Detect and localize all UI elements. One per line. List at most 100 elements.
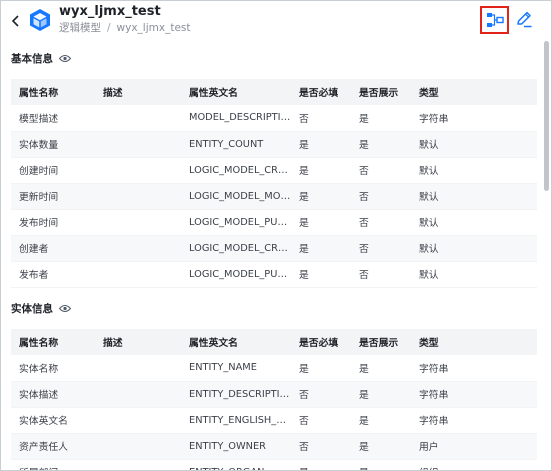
visible-cell: 是 xyxy=(351,381,411,408)
column-header: 属性名称 xyxy=(11,329,95,355)
description-cell xyxy=(95,381,181,408)
required-cell: 否 xyxy=(291,407,351,434)
description-cell xyxy=(95,355,181,382)
breadcrumb-parent[interactable]: 逻辑模型 xyxy=(59,22,101,34)
basic-info-table: 属性名称 描述 属性英文名 是否必填 是否展示 类型 模型描述 MODEL_DES… xyxy=(11,79,537,288)
attr-name-cell: 发布时间 xyxy=(11,209,95,236)
table-header-row: 属性名称 描述 属性英文名 是否必填 是否展示 类型 xyxy=(11,79,537,105)
table-row: 实体名称 ENTITY_NAME 是是字符串 xyxy=(11,355,537,382)
column-header: 属性英文名 xyxy=(181,329,291,355)
back-chevron-icon[interactable] xyxy=(9,13,23,27)
description-cell xyxy=(95,131,181,158)
visible-cell: 是 xyxy=(351,459,411,470)
table-row: 所属部门ENTITY_ORGAN...是是组织 xyxy=(11,459,537,470)
table-row: 资产责任人 ENTITY_OWNER 否是用户 xyxy=(11,433,537,460)
type-cell: 字符串 xyxy=(411,381,537,408)
english-name-cell: ENTITY_DESCRIPTION xyxy=(181,381,291,408)
english-name-cell: LOGIC_MODEL_MOD... xyxy=(181,183,291,210)
attr-name-cell: 实体描述 xyxy=(11,381,95,408)
type-cell: 默认 xyxy=(411,209,537,236)
section-title-entity: 实体信息 xyxy=(11,301,71,316)
entity-info-table: 属性名称 描述 属性英文名 是否必填 是否展示 类型 实体名称 ENTITY_NA… xyxy=(11,329,537,470)
table-row: 发布时间 LOGIC_MODEL_PUBL... 是否默认 xyxy=(11,209,537,236)
breadcrumb: 逻辑模型 / wyx_ljmx_test xyxy=(59,20,191,35)
attr-name-cell: 发布者 xyxy=(11,261,95,288)
description-cell xyxy=(95,209,181,236)
attr-name-cell: 创建者 xyxy=(11,235,95,262)
table-row: 发布者 LOGIC_MODEL_PUBL... 是否默认 xyxy=(11,261,537,288)
visible-cell: 否 xyxy=(351,209,411,236)
table-row: 实体描述 ENTITY_DESCRIPTION 否是字符串 xyxy=(11,381,537,408)
detail-panel: wyx_ljmx_test 逻辑模型 / wyx_ljmx_test 基本信息 xyxy=(0,0,552,471)
english-name-cell: LOGIC_MODEL_CREA... xyxy=(181,157,291,184)
required-cell: 是 xyxy=(291,355,351,382)
visible-cell: 否 xyxy=(351,235,411,262)
visible-cell: 是 xyxy=(351,407,411,434)
breadcrumb-separator: / xyxy=(107,22,111,34)
type-cell: 组织 xyxy=(411,459,537,470)
english-name-cell: ENTITY_COUNT xyxy=(181,131,291,158)
column-header: 是否展示 xyxy=(351,329,411,355)
column-header: 属性名称 xyxy=(11,79,95,105)
attr-name-cell: 实体数量 xyxy=(11,131,95,158)
description-cell xyxy=(95,261,181,288)
english-name-cell: LOGIC_MODEL_CREA... xyxy=(181,235,291,262)
visible-cell: 是 xyxy=(351,105,411,132)
type-cell: 默认 xyxy=(411,261,537,288)
section-title-basic: 基本信息 xyxy=(11,51,71,66)
pencil-icon xyxy=(517,11,532,28)
english-name-cell: ENTITY_OWNER xyxy=(181,433,291,460)
english-name-cell: ENTITY_ENGLISH_NA... xyxy=(181,407,291,434)
description-cell xyxy=(95,433,181,460)
description-cell xyxy=(95,407,181,434)
type-cell: 字符串 xyxy=(411,355,537,382)
type-cell: 默认 xyxy=(411,183,537,210)
vertical-scrollbar[interactable] xyxy=(544,41,549,191)
column-header: 类型 xyxy=(411,329,537,355)
edit-button[interactable] xyxy=(513,8,535,30)
page-title: wyx_ljmx_test xyxy=(59,4,161,19)
table-header-row: 属性名称 描述 属性英文名 是否必填 是否展示 类型 xyxy=(11,329,537,355)
required-cell: 是 xyxy=(291,157,351,184)
table-row: 创建时间 LOGIC_MODEL_CREA... 是否默认 xyxy=(11,157,537,184)
english-name-cell: ENTITY_NAME xyxy=(181,355,291,382)
english-name-cell: LOGIC_MODEL_PUBL... xyxy=(181,209,291,236)
eye-icon[interactable] xyxy=(59,304,71,313)
column-header: 是否展示 xyxy=(351,79,411,105)
attr-name-cell: 实体英文名 xyxy=(11,407,95,434)
english-name-cell: MODEL_DESCRIPTION xyxy=(181,105,291,132)
description-cell xyxy=(95,105,181,132)
visible-cell: 是 xyxy=(351,433,411,460)
type-cell: 默认 xyxy=(411,235,537,262)
section-title-label: 实体信息 xyxy=(11,303,53,315)
breadcrumb-current: wyx_ljmx_test xyxy=(116,22,191,34)
english-name-cell: LOGIC_MODEL_PUBL... xyxy=(181,261,291,288)
cube-icon xyxy=(29,8,51,32)
type-cell: 字符串 xyxy=(411,105,537,132)
required-cell: 是 xyxy=(291,209,351,236)
type-cell: 默认 xyxy=(411,157,537,184)
column-header: 描述 xyxy=(95,329,181,355)
visible-cell: 否 xyxy=(351,183,411,210)
type-cell: 用户 xyxy=(411,433,537,460)
description-cell xyxy=(95,235,181,262)
column-header: 类型 xyxy=(411,79,537,105)
page-header: wyx_ljmx_test 逻辑模型 / wyx_ljmx_test xyxy=(1,1,551,41)
required-cell: 是 xyxy=(291,459,351,470)
visible-cell: 否 xyxy=(351,157,411,184)
required-cell: 是 xyxy=(291,261,351,288)
description-cell xyxy=(95,157,181,184)
visible-cell: 是 xyxy=(351,355,411,382)
table-row: 实体英文名 ENTITY_ENGLISH_NA... 否是字符串 xyxy=(11,407,537,434)
table-row: 实体数量 ENTITY_COUNT 是是默认 xyxy=(11,131,537,158)
required-cell: 否 xyxy=(291,433,351,460)
eye-icon[interactable] xyxy=(59,54,71,63)
attr-name-cell: 更新时间 xyxy=(11,183,95,210)
required-cell: 是 xyxy=(291,131,351,158)
column-header: 属性英文名 xyxy=(181,79,291,105)
table-row: 更新时间 LOGIC_MODEL_MOD... 是否默认 xyxy=(11,183,537,210)
column-header: 是否必填 xyxy=(291,329,351,355)
required-cell: 是 xyxy=(291,183,351,210)
table-row: 创建者 LOGIC_MODEL_CREA... 是否默认 xyxy=(11,235,537,262)
graph-view-button[interactable] xyxy=(480,6,509,34)
